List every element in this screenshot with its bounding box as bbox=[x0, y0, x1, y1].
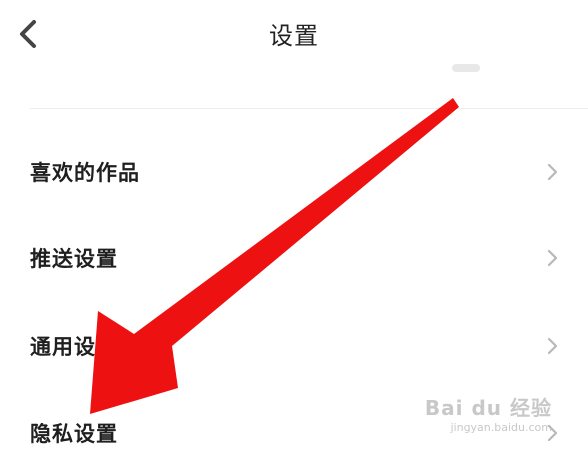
page-title: 设置 bbox=[269, 22, 319, 50]
chevron-right-icon bbox=[547, 424, 558, 442]
chevron-right-icon bbox=[547, 249, 558, 267]
menu-item-label: 通用设置 bbox=[30, 335, 118, 359]
menu-item-general-settings[interactable]: 通用设置 bbox=[0, 306, 588, 386]
section-divider bbox=[30, 108, 588, 109]
settings-screen: 设置 喜欢的作品 推送设置 通用设置 隐私设置 Bai du 经验 jingya… bbox=[0, 0, 588, 458]
menu-item-liked-works[interactable]: 喜欢的作品 bbox=[0, 132, 588, 212]
chevron-right-icon bbox=[547, 163, 558, 181]
previous-row-remnant bbox=[452, 64, 480, 72]
menu-item-label: 推送设置 bbox=[30, 247, 118, 271]
menu-item-label: 隐私设置 bbox=[30, 422, 118, 446]
chevron-right-icon bbox=[547, 337, 558, 355]
menu-item-label: 喜欢的作品 bbox=[30, 161, 140, 185]
menu-item-push-settings[interactable]: 推送设置 bbox=[0, 218, 588, 298]
menu-item-privacy-settings[interactable]: 隐私设置 bbox=[0, 393, 588, 458]
navigation-bar: 设置 bbox=[0, 0, 588, 70]
